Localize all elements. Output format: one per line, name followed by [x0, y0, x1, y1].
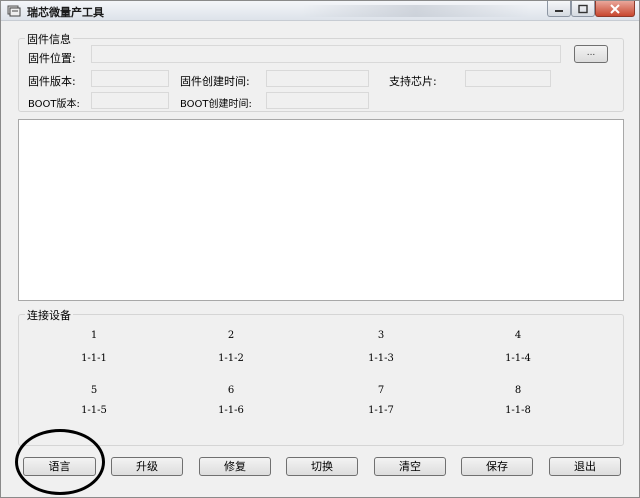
log-output-area[interactable]: [18, 119, 624, 301]
maximize-button[interactable]: [571, 1, 595, 17]
upgrade-button[interactable]: 升级: [111, 457, 183, 476]
supported-chip-field[interactable]: [465, 70, 551, 87]
device-slot-number: 7: [377, 385, 385, 396]
firmware-version-field[interactable]: [91, 70, 169, 87]
firmware-location-field[interactable]: [91, 45, 561, 63]
device-slot-port: 1-1-3: [368, 353, 394, 364]
maximize-icon: [578, 4, 588, 13]
device-slot-number: 1: [90, 330, 98, 341]
device-slot-number: 5: [90, 385, 98, 396]
firmware-info-group-label: 固件信息: [25, 31, 73, 47]
device-slot-number: 4: [514, 330, 522, 341]
close-button[interactable]: [595, 1, 635, 17]
device-slot-port: 1-1-2: [218, 353, 244, 364]
firmware-version-label: 固件版本:: [28, 75, 76, 88]
device-slot-port: 1-1-7: [368, 405, 394, 416]
connected-devices-group-label: 连接设备: [25, 307, 73, 323]
close-icon: [610, 3, 620, 14]
save-button[interactable]: 保存: [461, 457, 533, 476]
device-slot-number: 8: [514, 385, 522, 396]
device-slot-number: 6: [227, 385, 235, 396]
supported-chip-label: 支持芯片:: [389, 75, 437, 88]
window-title: 瑞芯微量产工具: [27, 6, 104, 19]
clear-button[interactable]: 清空: [374, 457, 446, 476]
boot-version-field[interactable]: [91, 92, 169, 109]
main-window: 瑞芯微量产工具 固件信息 固件位置: ... 固件版本: 固件创建时间: 支持芯…: [0, 0, 640, 498]
firmware-location-label: 固件位置:: [28, 52, 76, 65]
language-highlight-circle: [15, 429, 105, 495]
browse-firmware-button[interactable]: ...: [574, 45, 608, 63]
device-slot-port: 1-1-6: [218, 405, 244, 416]
device-slot-number: 3: [377, 330, 385, 341]
device-slot-port: 1-1-8: [505, 405, 531, 416]
minimize-icon: [555, 9, 563, 12]
device-slot-port: 1-1-4: [505, 353, 531, 364]
repair-button[interactable]: 修复: [199, 457, 271, 476]
device-slot-port: 1-1-1: [81, 353, 107, 364]
device-slot-port: 1-1-5: [81, 405, 107, 416]
boot-create-time-field[interactable]: [266, 92, 369, 109]
app-icon: [7, 5, 21, 17]
title-bar[interactable]: 瑞芯微量产工具: [1, 1, 639, 21]
boot-create-time-label: BOOT创建时间:: [180, 99, 252, 110]
switch-button[interactable]: 切换: [286, 457, 358, 476]
exit-button[interactable]: 退出: [549, 457, 621, 476]
firmware-create-time-label: 固件创建时间:: [180, 75, 250, 88]
titlebar-background-blur: [301, 5, 531, 17]
device-slot-number: 2: [227, 330, 235, 341]
minimize-button[interactable]: [547, 1, 571, 17]
firmware-create-time-field[interactable]: [266, 70, 369, 87]
boot-version-label: BOOT版本:: [28, 99, 80, 110]
